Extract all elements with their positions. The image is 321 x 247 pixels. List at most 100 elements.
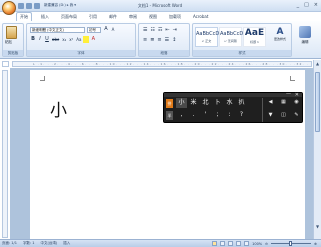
ime-close-button[interactable]: ✕ — [295, 93, 299, 98]
change-case-button[interactable]: Aa — [75, 36, 82, 43]
decrease-indent-icon[interactable]: ⇤ — [164, 27, 170, 34]
ime-candidate[interactable]: 水 — [224, 98, 235, 108]
undo-icon[interactable] — [26, 3, 32, 9]
print-layout-view-icon[interactable] — [212, 241, 218, 246]
align-right-icon[interactable]: ≡ — [156, 37, 162, 44]
ime-candidate[interactable]: 小 — [176, 98, 187, 108]
quick-access-toolbar — [18, 3, 40, 9]
superscript-button[interactable]: x² — [68, 36, 74, 43]
align-center-icon[interactable]: ≣ — [149, 37, 155, 44]
status-page[interactable]: 页面: 1/1 — [2, 241, 17, 246]
ime-width-badge[interactable]: 半 — [166, 111, 173, 120]
vertical-ruler[interactable] — [2, 70, 8, 238]
status-mode[interactable]: 插入 — [63, 241, 70, 246]
multilevel-list-icon[interactable]: ☶ — [157, 27, 163, 34]
underline-button[interactable]: U — [44, 36, 50, 43]
status-language[interactable]: 中文(台湾) — [40, 241, 57, 246]
tab-acrobat[interactable]: Acrobat — [190, 13, 211, 20]
ime-softkeyboard-icon[interactable]: ▦ — [279, 99, 288, 106]
tab-page-layout[interactable]: 页面布局 — [58, 13, 80, 21]
tab-selector[interactable] — [2, 61, 9, 67]
scroll-up-icon[interactable]: ▲ — [315, 61, 320, 66]
ime-mode-badge[interactable]: 拼 — [166, 99, 173, 108]
web-layout-view-icon[interactable] — [228, 241, 234, 246]
ime-punctuation[interactable]: ' — [200, 110, 211, 120]
tab-mailings[interactable]: 邮件 — [106, 13, 120, 21]
draft-view-icon[interactable] — [244, 241, 250, 246]
font-size-select[interactable]: 初号 — [87, 27, 101, 33]
save-icon[interactable] — [18, 3, 24, 9]
scroll-down-icon[interactable]: ▼ — [315, 224, 320, 229]
subscript-button[interactable]: x₂ — [61, 36, 67, 43]
document-text[interactable]: 小 — [50, 96, 67, 121]
ime-separator — [262, 98, 263, 122]
font-color-button[interactable]: A — [90, 36, 96, 43]
bold-button[interactable]: B — [30, 36, 36, 43]
ime-punctuation[interactable]: : — [224, 110, 235, 120]
redo-icon[interactable] — [34, 3, 40, 9]
ime-punctuation[interactable]: ; — [212, 110, 223, 120]
change-styles-button[interactable]: A 更改样式 — [269, 27, 291, 51]
paste-label: 粘贴 — [5, 40, 12, 44]
tab-addins[interactable]: 加载项 — [166, 13, 184, 21]
paste-icon[interactable] — [6, 26, 17, 39]
outline-view-icon[interactable] — [236, 241, 242, 246]
vertical-scrollbar[interactable]: ▲ ▼ — [313, 60, 321, 239]
ime-punctuation[interactable]: ? — [236, 110, 247, 120]
ime-settings-icon[interactable]: ◉ — [292, 99, 301, 106]
style-no-spacing[interactable]: AaBbCcD ↵ 无间隔 — [219, 27, 243, 47]
italic-button[interactable]: I — [37, 36, 43, 43]
ime-candidate[interactable]: 米 — [188, 98, 199, 108]
grow-font-button[interactable]: A — [103, 26, 109, 33]
ime-minimize-button[interactable]: — — [286, 92, 291, 97]
horizontal-ruler[interactable]: L ·1· · ·2· · ·4· · ·6· · ·8· · ·10· · ·… — [12, 61, 312, 67]
justify-icon[interactable]: ☰ — [164, 37, 170, 44]
ime-punctuation[interactable]: , — [176, 110, 187, 120]
style-heading1[interactable]: AaE 标题 1 — [243, 27, 266, 47]
tab-review[interactable]: 审阅 — [126, 13, 140, 21]
ime-page-next-icon[interactable]: ▼ — [266, 112, 275, 119]
minimize-button[interactable]: _ — [297, 2, 300, 8]
ime-panel-icon[interactable]: ◫ — [279, 112, 288, 119]
line-spacing-icon[interactable]: ↕ — [171, 37, 177, 44]
close-button[interactable]: × — [314, 2, 318, 8]
paragraph-group-label: 段落 — [139, 50, 189, 56]
style-normal[interactable]: AaBbCcD ↵ 正文 — [195, 27, 219, 47]
office-button[interactable] — [2, 1, 16, 15]
change-styles-icon: A — [276, 27, 284, 37]
tab-insert[interactable]: 插入 — [38, 13, 52, 21]
tab-references[interactable]: 引用 — [86, 13, 100, 21]
ime-candidate[interactable]: 卜 — [212, 98, 223, 108]
font-name-select[interactable]: 新细明體 (中文正文) — [30, 27, 85, 33]
zoom-percent[interactable]: 100% — [252, 242, 262, 246]
tab-view[interactable]: 视图 — [146, 13, 160, 21]
zoom-slider-knob[interactable] — [289, 241, 293, 246]
numbering-icon[interactable]: ☷ — [149, 27, 155, 34]
ribbon-tabs: 开始 插入 页面布局 引用 邮件 审阅 视图 加载项 Acrobat — [16, 12, 211, 21]
status-words[interactable]: 字数: 1 — [23, 241, 35, 246]
tab-home[interactable]: 开始 — [16, 12, 32, 21]
ime-punctuation[interactable]: . — [188, 110, 199, 120]
align-left-icon[interactable]: ≡ — [142, 37, 148, 44]
shrink-font-button[interactable]: A — [110, 26, 116, 33]
ime-candidate[interactable]: 北 — [200, 98, 211, 108]
increase-indent-icon[interactable]: ⇥ — [172, 27, 178, 34]
bullets-icon[interactable]: ☰ — [142, 27, 148, 34]
editing-label: 编辑 — [301, 40, 309, 44]
highlight-icon[interactable] — [83, 36, 90, 43]
strikethrough-button[interactable]: abc — [51, 36, 60, 43]
zoom-out-icon[interactable]: ⊖ — [265, 242, 268, 246]
full-screen-view-icon[interactable] — [220, 241, 226, 246]
maximize-button[interactable]: □ — [304, 2, 309, 8]
editing-button[interactable]: 编辑 — [294, 24, 316, 52]
zoom-slider[interactable] — [271, 241, 312, 246]
ime-handwriting-icon[interactable]: ✎ — [292, 112, 301, 119]
ime-title-strip[interactable] — [164, 93, 302, 97]
zoom-in-icon[interactable]: ⊕ — [314, 242, 317, 246]
style-heading1-name: 标题 1 — [250, 40, 259, 44]
ime-page-prev-icon[interactable]: ◀ — [266, 99, 275, 106]
ime-candidate[interactable]: 扒 — [236, 98, 247, 108]
ribbon: 粘贴 剪贴板 新细明體 (中文正文) 初号 A A B I U abc x₂ x… — [0, 21, 321, 59]
scroll-thumb[interactable] — [315, 72, 320, 132]
status-left: 页面: 1/1 字数: 1 中文(台湾) 插入 — [2, 241, 70, 246]
